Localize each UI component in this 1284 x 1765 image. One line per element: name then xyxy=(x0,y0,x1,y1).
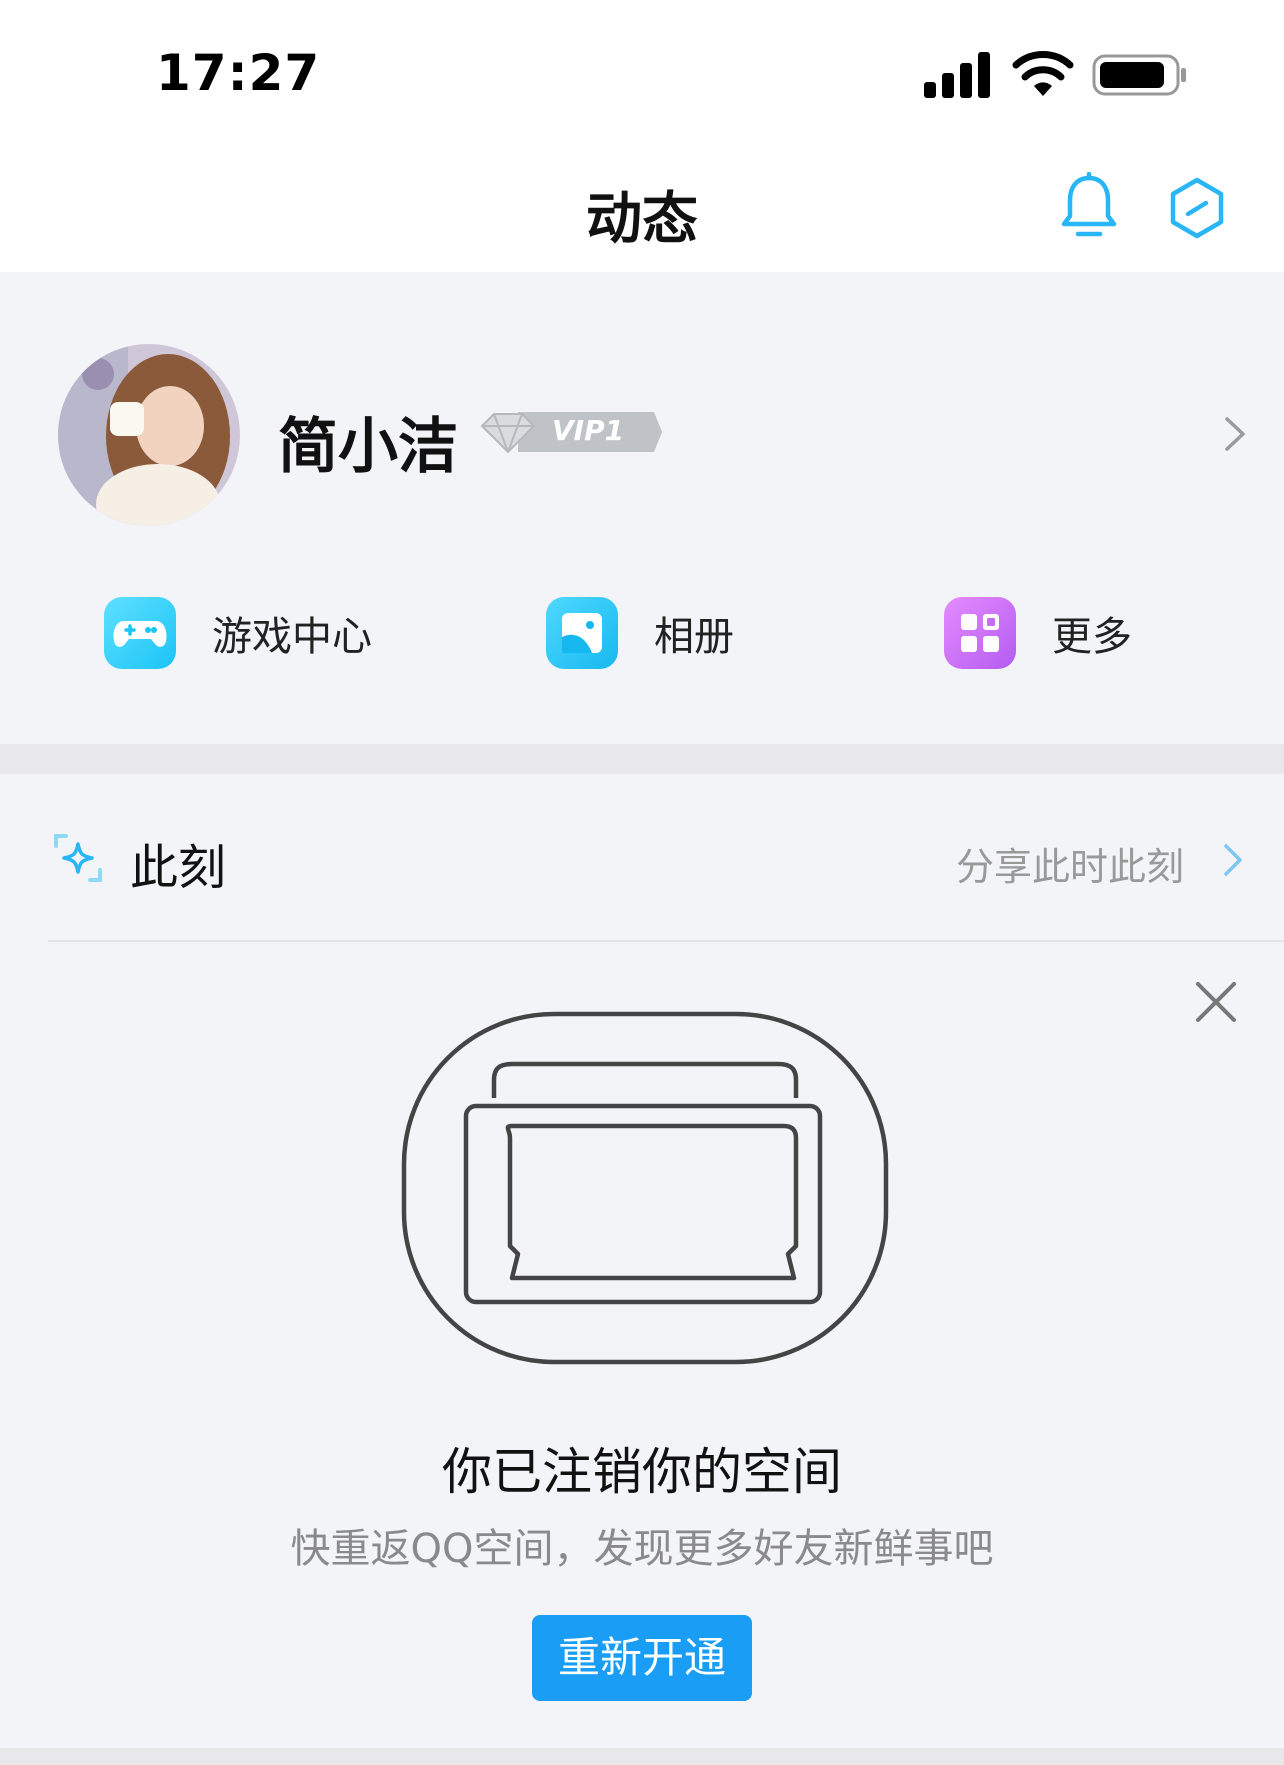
quick-action-label: 更多 xyxy=(1052,614,1132,660)
hexagon-settings-icon[interactable] xyxy=(1166,176,1228,240)
chevron-right-icon[interactable] xyxy=(1222,414,1248,454)
moment-divider xyxy=(48,940,1284,942)
gamepad-icon xyxy=(104,597,176,669)
quick-action-label: 相册 xyxy=(654,614,734,660)
quick-action-label: 游戏中心 xyxy=(212,614,372,660)
quick-action-album[interactable]: 相册 xyxy=(546,596,734,670)
empty-state-subtitle: 快重返QQ空间，发现更多好友新鲜事吧 xyxy=(290,1526,994,1572)
avatar[interactable] xyxy=(58,344,240,526)
bell-icon[interactable] xyxy=(1058,172,1120,240)
album-icon xyxy=(546,597,618,669)
profile-card[interactable]: 简小洁 VIP1 游戏中心 相册 更多 xyxy=(0,272,1284,744)
wifi-icon xyxy=(1012,51,1074,96)
cellular-signal-icon xyxy=(924,52,990,98)
status-time: 17:27 xyxy=(156,44,321,102)
grid-more-icon xyxy=(944,597,1016,669)
vip-badge-label: VIP1 xyxy=(552,414,625,447)
screen: 17:27 动态 简小洁 VIP1 游戏中心 相册 更多 此刻 分享此时此刻 你… xyxy=(0,0,1284,1765)
sparkle-icon xyxy=(54,834,102,882)
share-moment-link[interactable]: 分享此时此刻 xyxy=(956,836,1184,891)
profile-name: 简小洁 xyxy=(278,412,458,482)
reopen-button[interactable]: 重新开通 xyxy=(532,1615,752,1701)
close-icon[interactable] xyxy=(1194,980,1238,1024)
top-bar: 17:27 动态 xyxy=(0,0,1284,272)
chevron-right-icon[interactable] xyxy=(1222,842,1244,878)
empty-space-illustration xyxy=(401,1011,889,1365)
empty-state-title: 你已注销你的空间 xyxy=(442,1443,842,1501)
bottom-divider xyxy=(0,1748,1284,1765)
quick-action-game-center[interactable]: 游戏中心 xyxy=(104,596,372,670)
quick-action-more[interactable]: 更多 xyxy=(944,596,1132,670)
moment-title: 此刻 xyxy=(130,840,227,896)
section-divider xyxy=(0,744,1284,774)
battery-icon xyxy=(1092,54,1186,96)
